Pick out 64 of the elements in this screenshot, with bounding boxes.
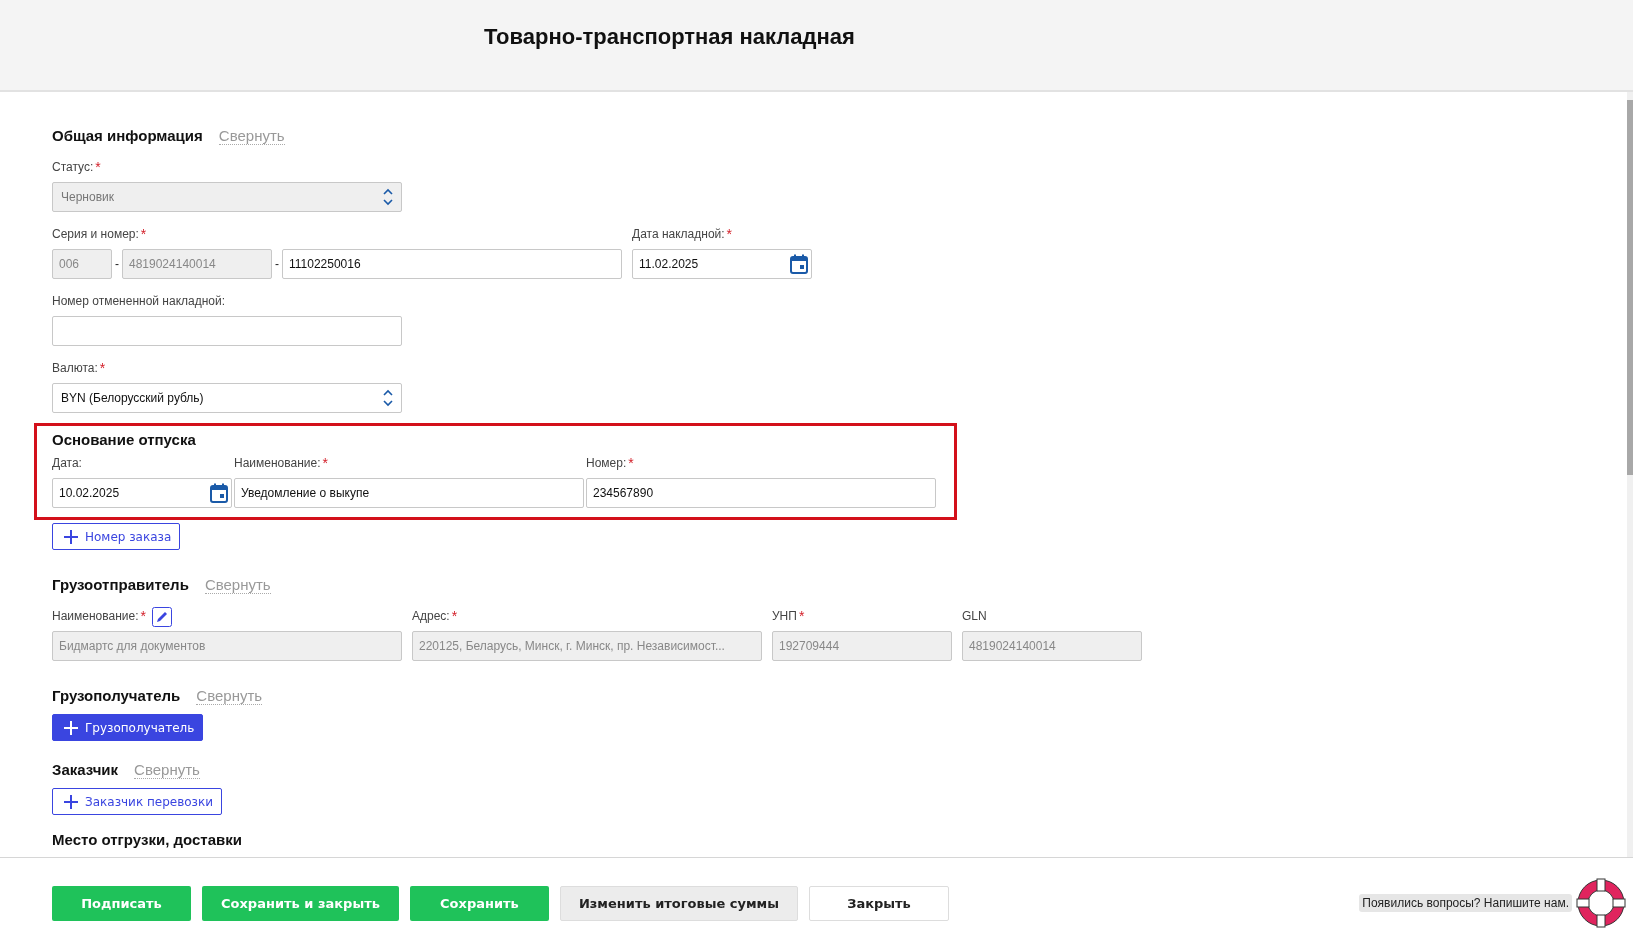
footer-button[interactable]: Сохранить <box>409 885 549 921</box>
scrollbar[interactable] <box>1627 92 1633 857</box>
field-label: УНП <box>772 609 797 623</box>
cancelled-invoice-field[interactable] <box>52 316 402 346</box>
collapse-link[interactable]: Свернуть <box>218 127 285 145</box>
field-label: Серия и номер: <box>52 227 139 241</box>
date-field[interactable]: 10.02.2025 <box>52 478 232 508</box>
help-prompt[interactable]: Появились вопросы? Напишите нам. <box>1359 894 1572 912</box>
series-number-field[interactable]: 11102250016 <box>282 249 622 279</box>
calendar-icon[interactable] <box>790 254 808 274</box>
footer-button[interactable]: Закрыть <box>809 885 949 921</box>
scrollbar-thumb[interactable] <box>1627 100 1633 475</box>
section-heading: Место отгрузки, доставки <box>52 831 242 848</box>
required-asterisk: * <box>95 160 101 174</box>
section-heading: Грузополучатель <box>52 687 181 704</box>
footer-button[interactable]: Изменить итоговые суммы <box>559 885 798 921</box>
section-heading: Заказчик <box>52 761 119 778</box>
required-asterisk: * <box>726 227 733 241</box>
calendar-icon[interactable] <box>210 483 228 503</box>
select-value: Черновик <box>61 190 114 204</box>
field-label: Валюта: <box>52 361 98 375</box>
field-label: Дата накладной: <box>632 227 725 241</box>
required-asterisk: * <box>451 609 458 623</box>
date-value: 10.02.2025 <box>59 486 120 500</box>
select-value: BYN (Белорусский рубль) <box>61 391 204 405</box>
plus-icon <box>64 794 78 809</box>
up-down-chevron-icon <box>383 389 393 407</box>
dash-separator: - <box>115 257 119 271</box>
required-asterisk: * <box>322 456 328 470</box>
field-label: Адрес: <box>412 609 450 623</box>
required-asterisk: * <box>140 609 146 623</box>
date-field[interactable]: 11.02.2025 <box>632 249 812 279</box>
collapse-link[interactable]: Свернуть <box>134 761 200 779</box>
collapse-link[interactable]: Свернуть <box>196 687 263 705</box>
field-label: GLN <box>962 609 987 623</box>
currency-select[interactable]: BYN (Белорусский рубль) <box>52 383 402 413</box>
required-asterisk: * <box>140 227 147 241</box>
field-label: Номер: <box>586 456 627 470</box>
text-field[interactable]: 234567890 <box>586 478 936 508</box>
section-heading: Грузоотправитель <box>52 576 189 593</box>
field-label: Дата: <box>52 456 82 470</box>
field-label: Статус: <box>52 160 94 174</box>
field-label: Номер отмененной накладной: <box>52 294 226 308</box>
page-title: Товарно-транспортная накладная <box>484 24 856 50</box>
footer-button[interactable]: Подписать <box>52 885 191 921</box>
section-heading: Основание отпуска <box>52 431 197 448</box>
footer-button[interactable]: Сохранить и закрыть <box>202 885 399 921</box>
text-field[interactable]: Уведомление о выкупе <box>234 478 584 508</box>
field-label: Наименование: <box>234 456 321 470</box>
lifebuoy-icon[interactable] <box>1576 878 1626 928</box>
add-consignee-button[interactable]: Грузополучатель <box>52 714 204 741</box>
required-asterisk: * <box>628 456 634 470</box>
add-order-number-button[interactable]: Номер заказа <box>52 523 181 550</box>
collapse-link[interactable]: Свернуть <box>204 576 271 594</box>
dash-separator: - <box>275 257 279 271</box>
section-heading: Общая информация <box>52 127 203 144</box>
date-value: 11.02.2025 <box>639 257 699 271</box>
field-label: Наименование: <box>52 609 139 623</box>
up-down-chevron-icon <box>383 188 393 206</box>
add-customer-button[interactable]: Заказчик перевозки <box>52 788 223 815</box>
required-asterisk: * <box>798 609 805 623</box>
required-asterisk: * <box>99 361 106 375</box>
plus-icon <box>64 529 78 544</box>
plus-icon <box>64 720 78 735</box>
